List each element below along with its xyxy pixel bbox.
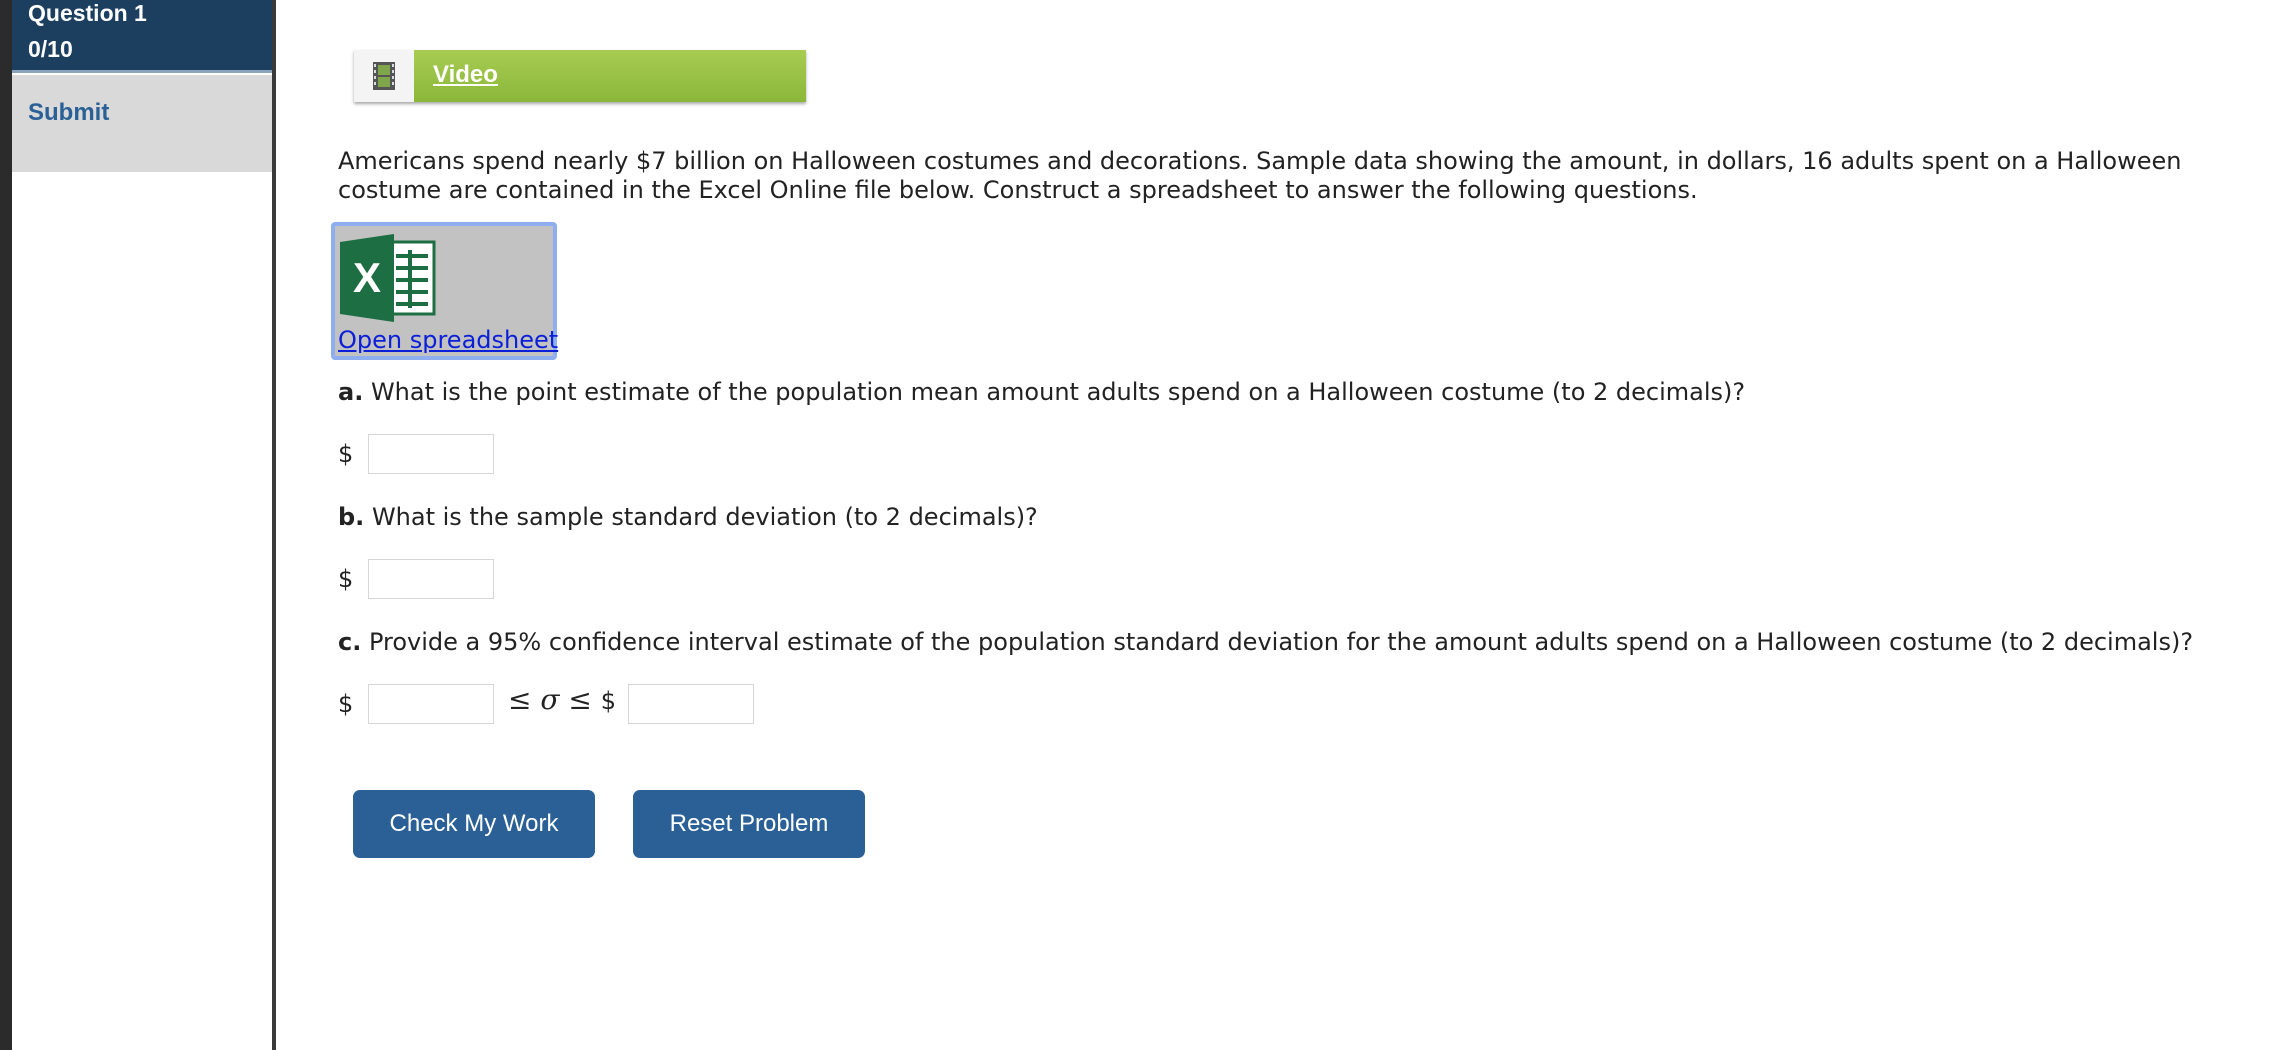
question-a-input[interactable] (368, 434, 494, 474)
window-edge (0, 0, 12, 1050)
question-title: Question 1 (28, 0, 147, 26)
sigma-symbol: σ (540, 683, 560, 716)
sigma-inequality: ≤ σ ≤ $ (508, 683, 616, 716)
question-c-prompt: Provide a 95% confidence interval estima… (368, 628, 2194, 656)
question-score: 0/10 (28, 36, 73, 62)
question-b-letter: b. (338, 503, 365, 531)
question-c-text: c. Provide a 95% confidence interval est… (338, 628, 2193, 656)
submit-panel: Submit (12, 75, 272, 172)
svg-text:X: X (353, 254, 381, 301)
question-header[interactable]: Question 1 0/10 (12, 0, 272, 73)
question-b-prompt: What is the sample standard deviation (t… (371, 503, 1038, 531)
question-b-input[interactable] (368, 559, 494, 599)
open-spreadsheet-tile[interactable]: X Open spreadsheet (331, 222, 558, 360)
excel-icon: X (340, 234, 436, 322)
question-c-currency-right: $ (600, 687, 617, 715)
reset-problem-button[interactable]: Reset Problem (633, 790, 865, 858)
question-b-currency: $ (338, 565, 354, 593)
video-button[interactable]: Video (354, 50, 806, 102)
question-c-lower-input[interactable] (368, 684, 494, 724)
video-label: Video (433, 61, 498, 88)
leq-symbol-left: ≤ (508, 683, 532, 716)
question-c-upper-input[interactable] (628, 684, 754, 724)
leq-symbol-right: ≤ (568, 683, 592, 716)
problem-content: Video Americans spend nearly $7 billion … (276, 0, 2296, 1050)
submit-button[interactable]: Submit (28, 99, 109, 127)
video-icon-container (354, 50, 414, 102)
question-a-currency: $ (338, 440, 354, 468)
question-c-letter: c. (338, 628, 362, 656)
film-icon (373, 62, 395, 90)
question-b-text: b. What is the sample standard deviation… (338, 503, 1038, 531)
problem-intro: Americans spend nearly $7 billion on Hal… (338, 147, 2182, 204)
question-a-text: a. What is the point estimate of the pop… (338, 378, 1745, 406)
sidebar: Question 1 0/10 Submit (12, 0, 276, 1050)
question-c-currency: $ (338, 690, 354, 718)
question-a-letter: a. (338, 378, 364, 406)
check-my-work-button[interactable]: Check My Work (353, 790, 595, 858)
open-spreadsheet-link[interactable]: Open spreadsheet (338, 326, 558, 354)
question-a-prompt: What is the point estimate of the popula… (370, 378, 1746, 406)
